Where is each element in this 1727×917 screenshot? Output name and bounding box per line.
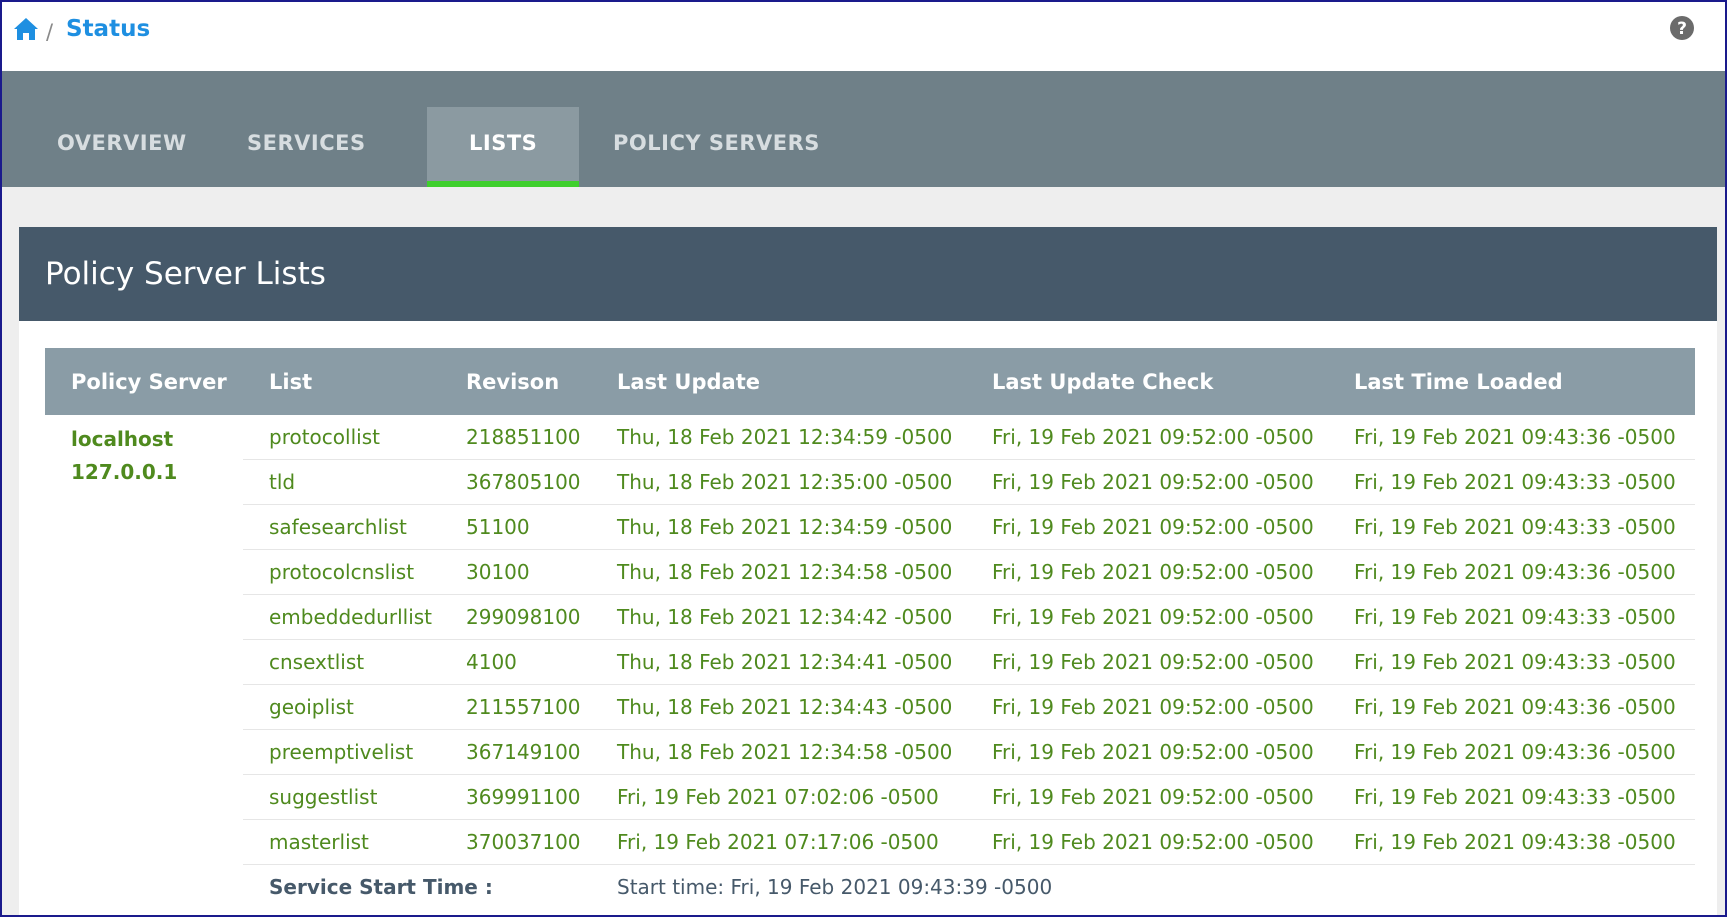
lists-panel: Policy Server Lists Policy Server List R… xyxy=(19,227,1717,915)
policy-server-cell: localhost 127.0.0.1 xyxy=(45,415,243,909)
cell-revision: 367149100 xyxy=(440,729,591,775)
cell-list: masterlist xyxy=(243,819,440,865)
policy-server-lists-table: Policy Server List Revison Last Update L… xyxy=(45,348,1695,909)
cell-list: protocolcnslist xyxy=(243,549,440,595)
cell-last-time-loaded: Fri, 19 Feb 2021 09:43:36 -0500 xyxy=(1328,729,1695,775)
cell-last-time-loaded: Fri, 19 Feb 2021 09:43:33 -0500 xyxy=(1328,774,1695,820)
cell-revision: 370037100 xyxy=(440,819,591,865)
cell-last-update: Thu, 18 Feb 2021 12:35:00 -0500 xyxy=(591,459,966,505)
cell-revision: 299098100 xyxy=(440,594,591,640)
cell-last-update-check: Fri, 19 Feb 2021 09:52:00 -0500 xyxy=(966,639,1328,685)
breadcrumb-separator: / xyxy=(46,20,54,44)
cell-last-time-loaded: Fri, 19 Feb 2021 09:43:36 -0500 xyxy=(1328,549,1695,595)
table-row: localhost 127.0.0.1 protocollist 2188511… xyxy=(45,415,1695,484)
page-title[interactable]: Status xyxy=(66,16,150,42)
cell-revision: 4100 xyxy=(440,639,591,685)
cell-last-update: Thu, 18 Feb 2021 12:34:41 -0500 xyxy=(591,639,966,685)
table-row: protocolcnslist 30100 Thu, 18 Feb 2021 1… xyxy=(45,549,1695,595)
cell-last-update: Thu, 18 Feb 2021 12:34:58 -0500 xyxy=(591,549,966,595)
column-header-last-time-loaded: Last Time Loaded xyxy=(1328,348,1695,415)
tab-lists[interactable]: LISTS xyxy=(427,107,580,187)
tab-overview[interactable]: OVERVIEW xyxy=(15,107,229,187)
column-header-last-update: Last Update xyxy=(591,348,966,415)
cell-last-time-loaded: Fri, 19 Feb 2021 09:43:33 -0500 xyxy=(1328,639,1695,685)
cell-last-update-check: Fri, 19 Feb 2021 09:52:00 -0500 xyxy=(966,684,1328,730)
cell-last-update: Thu, 18 Feb 2021 12:34:43 -0500 xyxy=(591,684,966,730)
help-icon[interactable]: ? xyxy=(1669,15,1695,41)
cell-last-update: Thu, 18 Feb 2021 12:34:58 -0500 xyxy=(591,729,966,775)
table-row: suggestlist 369991100 Fri, 19 Feb 2021 0… xyxy=(45,774,1695,820)
tab-services[interactable]: SERVICES xyxy=(205,107,408,187)
cell-list: safesearchlist xyxy=(243,504,440,550)
service-start-row: Service Start Time : Start time: Fri, 19… xyxy=(45,865,1695,910)
cell-list: geoiplist xyxy=(243,684,440,730)
table-row: geoiplist 211557100 Thu, 18 Feb 2021 12:… xyxy=(45,684,1695,730)
cell-list: protocollist xyxy=(243,415,440,460)
table-row: cnsextlist 4100 Thu, 18 Feb 2021 12:34:4… xyxy=(45,639,1695,685)
cell-last-update-check: Fri, 19 Feb 2021 09:52:00 -0500 xyxy=(966,774,1328,820)
server-ip: 127.0.0.1 xyxy=(71,460,178,484)
breadcrumb: / Status ? xyxy=(2,2,1725,70)
cell-last-update-check: Fri, 19 Feb 2021 09:52:00 -0500 xyxy=(966,459,1328,505)
cell-revision: 367805100 xyxy=(440,459,591,505)
cell-last-update: Thu, 18 Feb 2021 12:34:42 -0500 xyxy=(591,594,966,640)
table-header-row: Policy Server List Revison Last Update L… xyxy=(45,348,1695,415)
app-frame: / Status ? OVERVIEW SERVICES LISTS POLIC… xyxy=(0,0,1727,917)
table-row: preemptivelist 367149100 Thu, 18 Feb 202… xyxy=(45,729,1695,775)
cell-last-update: Thu, 18 Feb 2021 12:34:59 -0500 xyxy=(591,504,966,550)
tab-bar: OVERVIEW SERVICES LISTS POLICY SERVERS xyxy=(2,71,1725,187)
cell-last-time-loaded: Fri, 19 Feb 2021 09:43:36 -0500 xyxy=(1328,684,1695,730)
cell-list: cnsextlist xyxy=(243,639,440,685)
cell-last-update: Thu, 18 Feb 2021 12:34:59 -0500 xyxy=(591,415,966,460)
service-start-value: Start time: Fri, 19 Feb 2021 09:43:39 -0… xyxy=(617,875,1053,899)
cell-list: preemptivelist xyxy=(243,729,440,775)
cell-revision: 218851100 xyxy=(440,415,591,460)
cell-list: embeddedurllist xyxy=(243,594,440,640)
column-header-revision: Revison xyxy=(440,348,591,415)
cell-last-update-check: Fri, 19 Feb 2021 09:52:00 -0500 xyxy=(966,729,1328,775)
cell-last-time-loaded: Fri, 19 Feb 2021 09:43:33 -0500 xyxy=(1328,594,1695,640)
cell-last-update-check: Fri, 19 Feb 2021 09:52:00 -0500 xyxy=(966,549,1328,595)
cell-last-time-loaded: Fri, 19 Feb 2021 09:43:33 -0500 xyxy=(1328,504,1695,550)
table-row: tld 367805100 Thu, 18 Feb 2021 12:35:00 … xyxy=(45,459,1695,505)
cell-last-time-loaded: Fri, 19 Feb 2021 09:43:33 -0500 xyxy=(1328,459,1695,505)
server-name: localhost xyxy=(71,427,174,451)
svg-text:?: ? xyxy=(1677,19,1687,39)
column-header-policy-server: Policy Server xyxy=(45,348,243,415)
content-area: Policy Server Lists Policy Server List R… xyxy=(2,187,1725,915)
cell-last-update-check: Fri, 19 Feb 2021 09:52:00 -0500 xyxy=(966,504,1328,550)
table-row: embeddedurllist 299098100 Thu, 18 Feb 20… xyxy=(45,594,1695,640)
tab-policy-servers[interactable]: POLICY SERVERS xyxy=(571,107,862,187)
cell-revision: 211557100 xyxy=(440,684,591,730)
cell-last-update: Fri, 19 Feb 2021 07:17:06 -0500 xyxy=(591,819,966,865)
cell-last-time-loaded: Fri, 19 Feb 2021 09:43:38 -0500 xyxy=(1328,819,1695,865)
home-icon[interactable] xyxy=(13,17,39,41)
cell-last-time-loaded: Fri, 19 Feb 2021 09:43:36 -0500 xyxy=(1328,415,1695,460)
cell-list: suggestlist xyxy=(243,774,440,820)
service-start-label: Service Start Time : xyxy=(269,875,493,899)
cell-revision: 51100 xyxy=(440,504,591,550)
cell-last-update-check: Fri, 19 Feb 2021 09:52:00 -0500 xyxy=(966,594,1328,640)
cell-revision: 30100 xyxy=(440,549,591,595)
cell-list: tld xyxy=(243,459,440,505)
panel-title: Policy Server Lists xyxy=(19,227,1717,321)
table-row: safesearchlist 51100 Thu, 18 Feb 2021 12… xyxy=(45,504,1695,550)
column-header-list: List xyxy=(243,348,440,415)
cell-revision: 369991100 xyxy=(440,774,591,820)
cell-last-update-check: Fri, 19 Feb 2021 09:52:00 -0500 xyxy=(966,415,1328,460)
cell-last-update: Fri, 19 Feb 2021 07:02:06 -0500 xyxy=(591,774,966,820)
cell-last-update-check: Fri, 19 Feb 2021 09:52:00 -0500 xyxy=(966,819,1328,865)
column-header-last-update-check: Last Update Check xyxy=(966,348,1328,415)
table-row: masterlist 370037100 Fri, 19 Feb 2021 07… xyxy=(45,819,1695,865)
